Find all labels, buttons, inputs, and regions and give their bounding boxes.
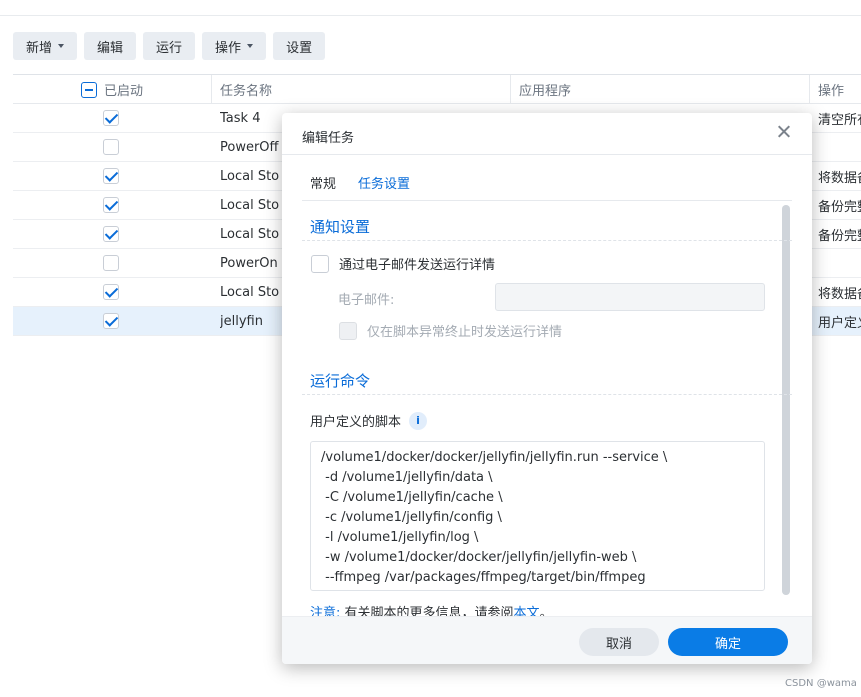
scrollbar-thumb[interactable] <box>782 205 790 595</box>
script-line: -d /volume1/jellyfin/data \ <box>321 470 493 485</box>
email-option[interactable]: 通过电子邮件发送运行详情 <box>311 254 495 273</box>
edit-button[interactable]: 编辑 <box>84 32 137 60</box>
enabled-cell[interactable] <box>103 191 119 219</box>
task-name-cell: Local Stora <box>220 284 280 300</box>
toolbar: 新增 编辑 运行 操作 设置 <box>13 32 326 60</box>
abort-checkbox[interactable] <box>339 321 357 340</box>
task-name-cell: jellyfin <box>220 313 263 329</box>
edit-task-dialog: 编辑任务 常规 任务设置 通知设置 通过电子邮件发送运行详情 电子邮件: 仅在脚… <box>282 113 812 664</box>
settings-button-label: 设置 <box>286 40 313 56</box>
edit-button-label: 编辑 <box>97 40 124 56</box>
close-icon[interactable] <box>776 124 792 140</box>
script-label-text: 用户定义的脚本 <box>310 415 402 430</box>
chevron-down-icon <box>58 44 65 48</box>
column-divider[interactable] <box>211 75 212 104</box>
task-name-cell: PowerOn <box>220 255 278 271</box>
dialog-tabs: 常规 任务设置 <box>310 173 410 192</box>
cancel-button[interactable]: 取消 <box>579 628 659 656</box>
column-divider[interactable] <box>809 75 810 104</box>
email-field[interactable] <box>495 283 765 311</box>
action-cell <box>818 133 861 161</box>
column-divider[interactable] <box>510 75 511 104</box>
enabled-cell[interactable] <box>103 133 119 161</box>
dialog-title: 编辑任务 <box>302 131 355 146</box>
action-cell: 备份完整 <box>818 228 861 244</box>
script-line: --ffmpeg /var/packages/ffmpeg/target/bin… <box>321 570 646 585</box>
chevron-down-icon <box>247 44 254 48</box>
enabled-checkbox[interactable] <box>103 255 119 271</box>
action-cell: 备份完整 <box>818 199 861 215</box>
abort-option[interactable]: 仅在脚本异常终止时发送运行详情 <box>339 321 562 340</box>
header-application[interactable]: 应用程序 <box>519 75 571 104</box>
script-textarea[interactable]: /volume1/docker/docker/jellyfin/jellyfin… <box>310 441 765 591</box>
new-button-label: 新增 <box>26 40 53 56</box>
header-action[interactable]: 操作 <box>818 75 844 104</box>
table-header: 已启动 任务名称 应用程序 操作 <box>13 74 861 104</box>
notify-section-title: 通知设置 <box>310 218 371 236</box>
enabled-checkbox[interactable] <box>103 226 119 242</box>
enabled-cell[interactable] <box>103 162 119 190</box>
enabled-checkbox[interactable] <box>103 197 119 213</box>
enabled-cell[interactable] <box>103 220 119 248</box>
abort-option-label: 仅在脚本异常终止时发送运行详情 <box>367 325 563 340</box>
ok-button[interactable]: 确定 <box>668 628 788 656</box>
task-name-cell: PowerOff <box>220 139 279 155</box>
task-name-cell: Local Stora <box>220 168 280 184</box>
action-button-label: 操作 <box>215 40 242 56</box>
enabled-cell[interactable] <box>103 249 119 277</box>
header-task-name[interactable]: 任务名称 <box>220 75 272 104</box>
new-button[interactable]: 新增 <box>13 32 78 60</box>
script-line: -w /volume1/docker/docker/jellyfin/jelly… <box>321 550 637 565</box>
command-section-title: 运行命令 <box>310 372 371 390</box>
action-button[interactable]: 操作 <box>202 32 267 60</box>
action-cell: 将数据备 <box>818 286 861 302</box>
header-enabled-label: 已启动 <box>104 84 144 99</box>
enabled-cell[interactable] <box>103 104 119 132</box>
select-all-checkbox[interactable] <box>81 81 97 98</box>
action-cell: 将数据备 <box>818 170 861 186</box>
email-checkbox[interactable] <box>311 254 329 273</box>
script-line: /volume1/docker/docker/jellyfin/jellyfin… <box>321 450 668 465</box>
action-cell: 用户定义 <box>818 315 861 331</box>
divider <box>302 200 792 201</box>
enabled-cell[interactable] <box>103 307 119 335</box>
enabled-checkbox[interactable] <box>103 313 119 329</box>
watermark: CSDN @wama <box>785 678 857 689</box>
task-name-cell: Task 4 <box>220 110 261 126</box>
email-option-label: 通过电子邮件发送运行详情 <box>339 258 496 273</box>
divider <box>282 154 812 155</box>
task-name-cell: Local Stora <box>220 197 280 213</box>
script-label: 用户定义的脚本 i <box>310 411 428 430</box>
header-enabled[interactable]: 已启动 <box>81 75 143 104</box>
tab-task-settings[interactable]: 任务设置 <box>358 173 410 192</box>
settings-button[interactable]: 设置 <box>273 32 326 60</box>
enabled-checkbox[interactable] <box>103 139 119 155</box>
divider <box>302 240 792 241</box>
top-bar <box>0 0 861 16</box>
script-line: -C /volume1/jellyfin/cache \ <box>321 490 503 505</box>
divider <box>302 394 792 395</box>
script-line: -c /volume1/jellyfin/config \ <box>321 510 502 525</box>
dialog-footer: 取消 确定 <box>282 616 812 664</box>
action-cell: 清空所有 <box>818 112 861 128</box>
scrollbar[interactable] <box>782 205 790 595</box>
action-cell <box>818 249 861 277</box>
info-icon[interactable]: i <box>409 411 428 430</box>
email-label: 电子邮件: <box>338 293 395 308</box>
enabled-checkbox[interactable] <box>103 168 119 184</box>
task-name-cell: Local Stora <box>220 226 280 242</box>
script-line: -l /volume1/jellyfin/log \ <box>321 530 479 545</box>
enabled-cell[interactable] <box>103 278 119 306</box>
enabled-checkbox[interactable] <box>103 110 119 126</box>
enabled-checkbox[interactable] <box>103 284 119 300</box>
run-button[interactable]: 运行 <box>143 32 196 60</box>
tab-general[interactable]: 常规 <box>310 173 336 192</box>
run-button-label: 运行 <box>156 40 183 56</box>
